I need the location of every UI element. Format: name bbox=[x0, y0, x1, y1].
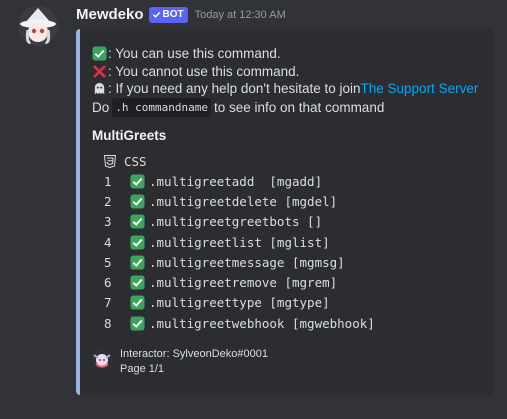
author-name[interactable]: Mewdeko bbox=[76, 6, 144, 23]
page-indicator: Page 1/1 bbox=[120, 363, 165, 375]
command-text: .multigreetwebhook [mgwebhook] bbox=[149, 315, 375, 331]
line-number: 5 bbox=[104, 254, 112, 270]
timestamp[interactable]: Today at 12:30 AM bbox=[195, 9, 286, 21]
legend-help: : If you need any help don't hesitate to… bbox=[92, 80, 478, 98]
command-row: 1 .multigreetadd [mgadd] bbox=[92, 171, 375, 191]
line-number: 4 bbox=[104, 234, 112, 250]
line-number: 2 bbox=[104, 193, 112, 209]
command-text: .multigreetmessage [mgmsg] bbox=[149, 254, 345, 270]
command-text: .multigreetgreetbots [] bbox=[149, 214, 323, 230]
cannot-use-text: : You cannot use this command. bbox=[108, 63, 300, 79]
line-number: 3 bbox=[104, 214, 112, 230]
command-row: 8 .multigreetwebhook [mgwebhook] bbox=[92, 313, 375, 333]
embed-description: : You can use this command. : You cannot… bbox=[92, 45, 478, 117]
white-check-mark-icon bbox=[130, 255, 145, 270]
command-text: .multigreetlist [mglist] bbox=[149, 234, 330, 250]
support-server-link[interactable]: The Support Server bbox=[361, 80, 479, 98]
white-check-mark-icon bbox=[130, 174, 145, 189]
line-number: 6 bbox=[104, 275, 112, 291]
legend-cannot-use: : You cannot use this command. bbox=[92, 63, 478, 81]
command-text: .multigreettype [mgtype] bbox=[149, 295, 330, 311]
code-block: CSS 1 .multigreetadd [mgadd] 2 .multigreetd… bbox=[92, 151, 375, 333]
x-mark-icon bbox=[93, 65, 106, 78]
message-header: Mewdeko BOT Today at 12:30 AM bbox=[76, 6, 286, 23]
usage-hint: Do .h commandname to see info on that co… bbox=[92, 97, 478, 117]
command-text: .multigreetdelete [mgdel] bbox=[149, 193, 338, 209]
line-number: 1 bbox=[104, 173, 112, 189]
line-number: 7 bbox=[104, 295, 112, 311]
command-row: 7 .multigreettype [mgtype] bbox=[92, 293, 375, 313]
white-check-mark-icon bbox=[130, 316, 145, 331]
css3-icon bbox=[104, 154, 116, 168]
field-title: MultiGreets bbox=[92, 128, 167, 143]
bot-badge-label: BOT bbox=[162, 9, 184, 20]
verified-check-icon bbox=[152, 11, 160, 18]
can-use-text: : You can use this command. bbox=[108, 46, 281, 61]
chat-message: Mewdeko BOT Today at 12:30 AM : You can … bbox=[0, 0, 507, 419]
bot-badge: BOT bbox=[148, 6, 188, 23]
code-lines: 1 .multigreetadd [mgadd] 2 .multigreetdelet… bbox=[92, 171, 375, 333]
white-check-mark-icon bbox=[130, 214, 145, 229]
bot-avatar[interactable] bbox=[18, 6, 58, 46]
command-row: 2 .multigreetdelete [mgdel] bbox=[92, 191, 375, 211]
inline-code: .h commandname bbox=[112, 97, 211, 117]
white-check-mark-icon bbox=[92, 46, 107, 61]
white-check-mark-icon bbox=[130, 275, 145, 290]
usage-suffix: to see info on that command bbox=[213, 99, 385, 115]
embed: : You can use this command. : You cannot… bbox=[76, 29, 494, 395]
interactor-avatar bbox=[92, 349, 112, 369]
command-text: .multigreetadd [mgadd] bbox=[149, 173, 323, 189]
code-language: CSS bbox=[104, 151, 375, 171]
footer-text: Interactor: SylveonDeko#0001 Page 1/1 bbox=[120, 347, 268, 377]
white-check-mark-icon bbox=[130, 194, 145, 209]
command-row: 6 .multigreetremove [mgrem] bbox=[92, 272, 375, 292]
code-language-label: CSS bbox=[124, 153, 147, 169]
white-check-mark-icon bbox=[130, 235, 145, 250]
command-text: .multigreetremove [mgrem] bbox=[149, 275, 338, 291]
usage-prefix: Do bbox=[92, 99, 110, 115]
interactor-label: Interactor: SylveonDeko#0001 bbox=[120, 348, 268, 360]
white-check-mark-icon bbox=[130, 295, 145, 310]
line-number: 8 bbox=[104, 315, 112, 331]
command-row: 3 .multigreetgreetbots [] bbox=[92, 212, 375, 232]
help-text: : If you need any help don't hesitate to… bbox=[108, 81, 361, 96]
ghost-icon bbox=[94, 83, 105, 95]
command-row: 4 .multigreetlist [mglist] bbox=[92, 232, 375, 252]
legend-can-use: : You can use this command. bbox=[92, 45, 478, 63]
embed-footer: Interactor: SylveonDeko#0001 Page 1/1 bbox=[92, 347, 268, 377]
command-row: 5 .multigreetmessage [mgmsg] bbox=[92, 252, 375, 272]
